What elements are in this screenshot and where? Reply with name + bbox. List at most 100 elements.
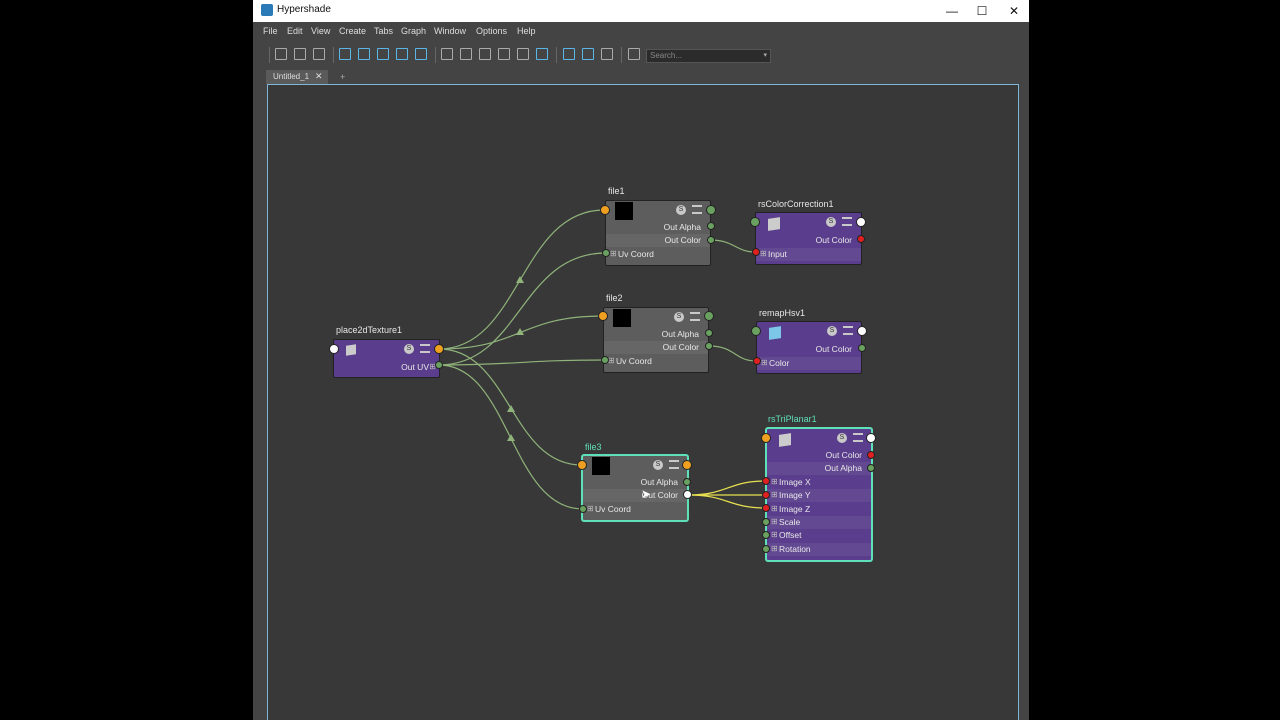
add-selected-nodes-icon[interactable]	[396, 48, 408, 60]
uv-coord-port[interactable]	[579, 505, 587, 513]
offset-port[interactable]	[762, 531, 770, 539]
output-port[interactable]	[866, 433, 876, 443]
full-mode-icon[interactable]	[479, 48, 491, 60]
input-attr-port[interactable]	[752, 248, 760, 256]
node-file3[interactable]: S Out Alpha Out Color ⊞ Uv Coord	[582, 455, 688, 521]
node-rstriplanar1[interactable]: S Out Color Out Alpha ⊞ Image X ⊞ Image Y …	[766, 428, 872, 561]
node-rscolorcorrection1[interactable]: S Out Color ⊞ Input	[755, 212, 862, 265]
attribute-list-icon[interactable]	[842, 217, 852, 226]
menu-file[interactable]: File	[263, 26, 278, 36]
output-port[interactable]	[434, 344, 444, 354]
expand-icon[interactable]: ⊞	[610, 249, 617, 258]
expand-icon[interactable]: ⊞	[771, 504, 778, 513]
menu-edit[interactable]: Edit	[287, 26, 303, 36]
close-button[interactable]: ✕	[999, 2, 1029, 20]
input-port[interactable]	[598, 311, 608, 321]
node-remaphsv1[interactable]: S Out Color ⊞ Color	[756, 321, 862, 374]
out-alpha-port[interactable]	[705, 329, 713, 337]
grid-toggle-icon[interactable]	[563, 48, 575, 60]
menu-graph[interactable]: Graph	[401, 26, 426, 36]
expand-icon[interactable]: ⊞	[771, 477, 778, 486]
shading-badge-icon[interactable]: S	[674, 312, 684, 322]
menu-options[interactable]: Options	[476, 26, 507, 36]
scale-port[interactable]	[762, 518, 770, 526]
uv-coord-port[interactable]	[602, 249, 610, 257]
out-uv-port[interactable]	[435, 361, 443, 369]
attribute-list-icon[interactable]	[420, 344, 430, 353]
shading-badge-icon[interactable]: S	[653, 460, 663, 470]
out-color-port[interactable]	[858, 344, 866, 352]
search-input[interactable]: Search... ▾	[646, 49, 771, 63]
connected-mode-icon[interactable]	[460, 48, 472, 60]
toggle-swatch-icon[interactable]	[601, 48, 613, 60]
input-output-connections-icon[interactable]	[294, 48, 306, 60]
output-port[interactable]	[706, 205, 716, 215]
expand-icon[interactable]: ⊞	[771, 490, 778, 499]
rearrange-graph-icon[interactable]	[377, 48, 389, 60]
custom-mode-icon[interactable]	[498, 48, 510, 60]
rotation-port[interactable]	[762, 545, 770, 553]
out-color-port[interactable]	[707, 236, 715, 244]
shading-badge-icon[interactable]: S	[827, 326, 837, 336]
out-color-port[interactable]	[705, 342, 713, 350]
output-port[interactable]	[704, 311, 714, 321]
input-port[interactable]	[329, 344, 339, 354]
attribute-list-icon[interactable]	[692, 205, 702, 214]
refresh-icon[interactable]	[628, 48, 640, 60]
out-color-port[interactable]	[683, 490, 692, 499]
shading-badge-icon[interactable]: S	[826, 217, 836, 227]
menu-help[interactable]: Help	[517, 26, 536, 36]
expand-icon[interactable]: ⊞	[771, 530, 778, 539]
image-z-port[interactable]	[762, 504, 770, 512]
frame-all-icon[interactable]	[339, 48, 351, 60]
menu-view[interactable]: View	[311, 26, 330, 36]
expand-icon[interactable]: ⊞	[771, 517, 778, 526]
tab-untitled-1[interactable]: Untitled_1 ✕	[266, 70, 328, 84]
output-port[interactable]	[857, 326, 867, 336]
input-connections-icon[interactable]	[275, 48, 287, 60]
input-port[interactable]	[750, 217, 760, 227]
shading-badge-icon[interactable]: S	[676, 205, 686, 215]
simple-mode-icon[interactable]	[441, 48, 453, 60]
attribute-list-icon[interactable]	[843, 326, 853, 335]
expand-icon[interactable]: ⊞	[760, 249, 767, 258]
expand-icon[interactable]: ⊞	[608, 356, 615, 365]
output-port[interactable]	[682, 460, 692, 470]
shading-badge-icon[interactable]: S	[404, 344, 414, 354]
minimize-button[interactable]: —	[937, 2, 967, 20]
remove-selected-nodes-icon[interactable]	[415, 48, 427, 60]
color-port[interactable]	[753, 357, 761, 365]
maximize-button[interactable]: ☐	[967, 2, 997, 20]
input-port[interactable]	[751, 326, 761, 336]
chevron-down-icon[interactable]: ▾	[763, 51, 767, 59]
input-port[interactable]	[761, 433, 771, 443]
out-color-port[interactable]	[857, 235, 865, 243]
out-alpha-port[interactable]	[707, 222, 715, 230]
expand-icon[interactable]: ⊞	[761, 358, 768, 367]
expand-icon[interactable]: ⊞	[587, 504, 594, 513]
menu-window[interactable]: Window	[434, 26, 466, 36]
attribute-list-icon[interactable]	[853, 433, 863, 442]
menu-tabs[interactable]: Tabs	[374, 26, 393, 36]
search-icon[interactable]	[517, 48, 529, 60]
uv-coord-port[interactable]	[601, 356, 609, 364]
output-port[interactable]	[856, 217, 866, 227]
frame-selection-icon[interactable]	[358, 48, 370, 60]
add-tab-button[interactable]: +	[340, 72, 345, 82]
node-file2[interactable]: S Out Alpha Out Color ⊞ Uv Coord	[603, 307, 709, 373]
expand-icon[interactable]: ⊞	[771, 544, 778, 553]
node-graph-canvas[interactable]	[267, 84, 1019, 720]
attribute-list-icon[interactable]	[690, 312, 700, 321]
node-place2dtexture1[interactable]: S Out UV ⊞	[333, 339, 440, 378]
out-color-port[interactable]	[867, 451, 875, 459]
close-icon[interactable]: ✕	[315, 71, 323, 82]
screenshot-icon[interactable]	[536, 48, 548, 60]
shading-badge-icon[interactable]: S	[837, 433, 847, 443]
out-alpha-port[interactable]	[683, 478, 691, 486]
output-connections-icon[interactable]	[313, 48, 325, 60]
node-file1[interactable]: S Out Alpha Out Color ⊞ Uv Coord	[605, 200, 711, 266]
menu-create[interactable]: Create	[339, 26, 366, 36]
attribute-list-icon[interactable]	[669, 460, 679, 469]
image-y-port[interactable]	[762, 491, 770, 499]
input-port[interactable]	[600, 205, 610, 215]
